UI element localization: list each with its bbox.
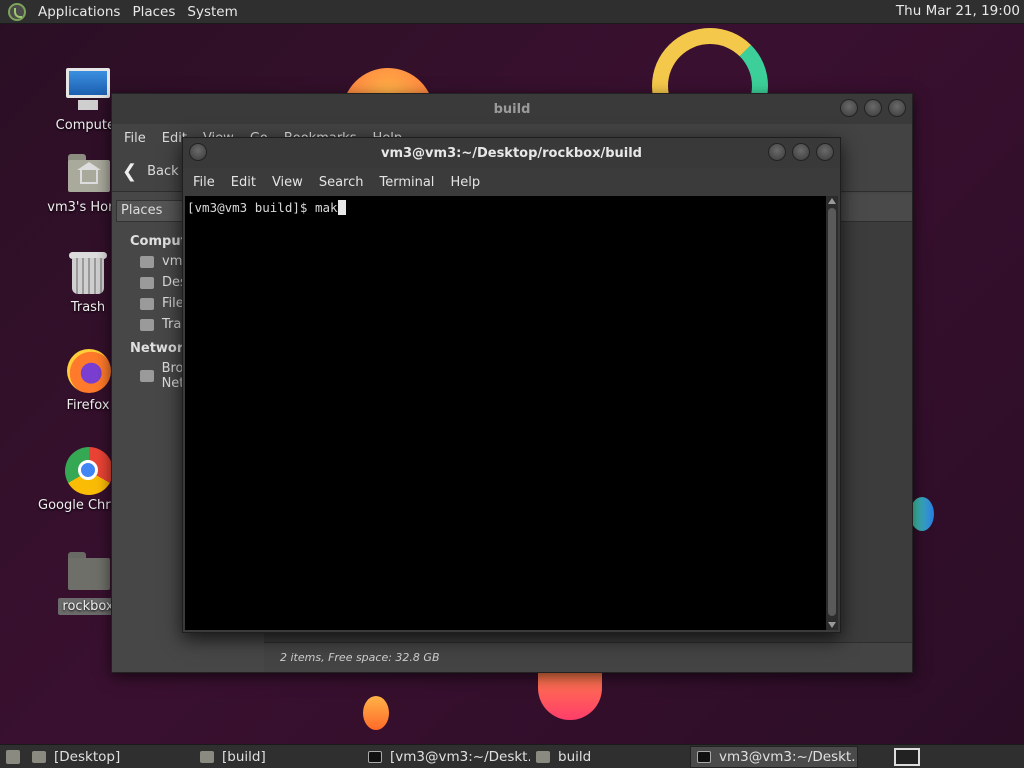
task-terminal-hidden[interactable]: [vm3@vm3:~/Deskt... <box>362 746 530 768</box>
terminal-prompt: [vm3@vm3 build]$ <box>187 200 315 215</box>
menu-help[interactable]: Help <box>442 175 488 190</box>
terminal-input[interactable]: mak <box>315 200 338 215</box>
close-button[interactable] <box>816 143 834 161</box>
maximize-button[interactable] <box>792 143 810 161</box>
trash-icon <box>64 248 112 296</box>
minimize-button[interactable] <box>768 143 786 161</box>
scroll-down-arrow-icon[interactable] <box>828 622 836 628</box>
clock[interactable]: Thu Mar 21, 19:00 <box>896 3 1020 19</box>
task-build[interactable]: build <box>530 746 690 768</box>
minimize-button[interactable] <box>840 99 858 117</box>
menu-view[interactable]: View <box>264 175 311 190</box>
distro-logo-icon[interactable] <box>8 2 26 21</box>
taskbar: [Desktop] [build] [vm3@vm3:~/Deskt... bu… <box>0 744 1024 768</box>
computer-icon <box>64 66 112 114</box>
folder-icon <box>64 546 112 594</box>
home-folder-icon <box>64 148 112 196</box>
scroll-up-arrow-icon[interactable] <box>828 198 836 204</box>
terminal-window[interactable]: vm3@vm3:~/Desktop/rockbox/build File Edi… <box>182 137 841 633</box>
window-menu-button[interactable] <box>189 143 207 161</box>
menu-system[interactable]: System <box>181 4 243 20</box>
desktop-icon-label: Firefox <box>66 398 110 413</box>
wallpaper-blue-drop <box>910 497 934 531</box>
trash-icon <box>140 318 154 331</box>
show-desktop-icon[interactable] <box>6 749 20 764</box>
workspace-switcher[interactable] <box>894 748 920 766</box>
scrollbar-thumb[interactable] <box>828 208 836 616</box>
window-title: vm3@vm3:~/Desktop/rockbox/build <box>380 145 642 161</box>
desktop-icon-label: Trash <box>70 300 106 315</box>
terminal-scrollbar[interactable] <box>826 196 838 630</box>
window-title: build <box>493 101 531 117</box>
folder-icon <box>200 750 214 763</box>
desktop-icon-label: rockbox <box>58 598 118 615</box>
status-bar: 2 items, Free space: 32.8 GB <box>264 642 912 672</box>
cursor <box>337 200 346 215</box>
drive-icon <box>140 297 154 310</box>
back-arrow-icon[interactable]: ❮ <box>122 161 137 182</box>
home-icon <box>140 255 154 268</box>
close-button[interactable] <box>888 99 906 117</box>
wallpaper-small-orange <box>363 696 389 730</box>
file-manager-titlebar[interactable]: build <box>112 94 912 124</box>
task-desktop[interactable]: [Desktop] <box>26 746 194 768</box>
terminal-icon <box>697 750 711 763</box>
network-icon <box>140 370 154 382</box>
menu-search[interactable]: Search <box>311 175 372 190</box>
chrome-icon <box>64 446 113 495</box>
menu-file[interactable]: File <box>116 131 154 146</box>
menu-file[interactable]: File <box>185 175 223 190</box>
menu-terminal[interactable]: Terminal <box>371 175 442 190</box>
menu-places[interactable]: Places <box>126 4 181 20</box>
terminal-output[interactable]: [vm3@vm3 build]$ mak <box>185 196 827 630</box>
task-build-hidden[interactable]: [build] <box>194 746 362 768</box>
menu-edit[interactable]: Edit <box>223 175 264 190</box>
terminal-titlebar[interactable]: vm3@vm3:~/Desktop/rockbox/build <box>183 138 840 168</box>
desktop-icon <box>140 276 154 289</box>
task-terminal[interactable]: vm3@vm3:~/Deskt... <box>690 745 858 768</box>
terminal-menubar: File Edit View Search Terminal Help <box>183 168 840 196</box>
terminal-icon <box>368 750 382 763</box>
folder-icon <box>32 750 46 763</box>
folder-icon <box>536 750 550 763</box>
maximize-button[interactable] <box>864 99 882 117</box>
back-button[interactable]: Back <box>147 164 179 179</box>
firefox-icon <box>64 346 112 394</box>
menu-applications[interactable]: Applications <box>32 4 126 20</box>
top-panel: Applications Places System Thu Mar 21, 1… <box>0 0 1024 24</box>
